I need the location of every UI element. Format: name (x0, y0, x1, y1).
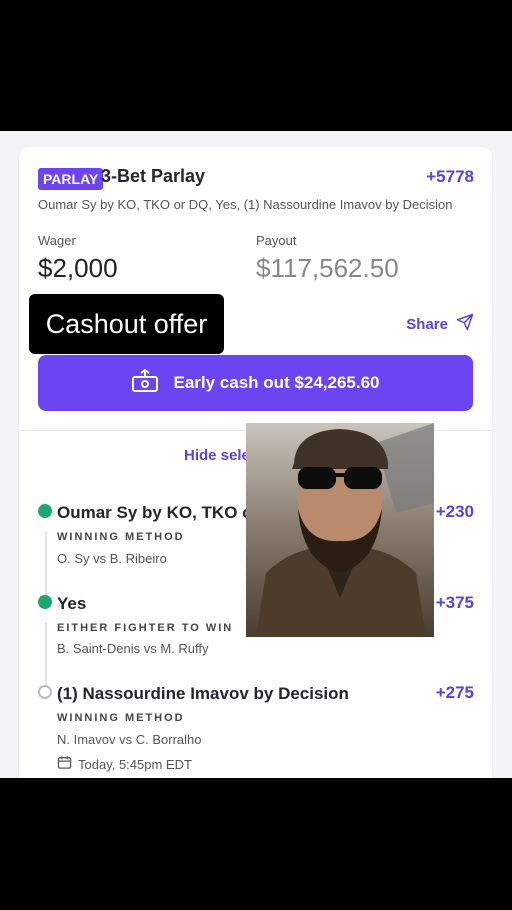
wager-label: Wager (38, 233, 76, 248)
leg-connector (45, 622, 47, 694)
selection-name: Yes (57, 594, 87, 613)
selection-matchup: N. Imavov vs C. Borralho (57, 732, 202, 747)
check-circle-icon (38, 504, 52, 518)
share-send-icon (456, 313, 474, 335)
share-button[interactable]: Share (406, 313, 474, 335)
cash-out-label: Early cash out $24,265.60 (173, 373, 380, 392)
video-overlay-person (246, 423, 434, 637)
selection-odds: +275 (435, 683, 474, 702)
early-cash-out-button[interactable]: Early cash out $24,265.60 (38, 355, 473, 411)
selection-name: (1) Nassourdine Imavov by Decision (57, 684, 349, 703)
payout-value: $117,562.50 (256, 253, 399, 283)
calendar-icon (57, 755, 72, 773)
selection-market: WINNING METHOD (57, 531, 185, 543)
parlay-odds: +5778 (426, 167, 474, 186)
selection-matchup: O. Sy vs B. Ribeiro (57, 551, 167, 566)
parlay-badge: PARLAY (38, 168, 104, 190)
selection-odds: +230 (435, 502, 474, 521)
selection-market: EITHER FIGHTER TO WIN (57, 622, 234, 634)
selection-odds: +375 (435, 593, 474, 612)
selection-time: Today, 5:45pm EDT (57, 755, 192, 773)
bet-title: 3-Bet Parlay (101, 166, 206, 186)
wager-value: $2,000 (38, 253, 118, 283)
selection-market: WINNING METHOD (57, 712, 185, 724)
pending-circle-icon (38, 685, 52, 699)
selection-matchup: B. Saint-Denis vs M. Ruffy (57, 641, 209, 656)
selection-time-text: Today, 5:45pm EDT (78, 756, 192, 772)
bet-subtitle: Oumar Sy by KO, TKO or DQ, Yes, (1) Nass… (38, 197, 453, 212)
leg-connector (45, 531, 47, 603)
share-label: Share (406, 315, 448, 333)
cashout-offer-caption: Cashout offer (29, 294, 224, 354)
cash-out-icon (131, 368, 159, 398)
check-circle-icon (38, 595, 52, 609)
payout-label: Payout (256, 233, 297, 248)
